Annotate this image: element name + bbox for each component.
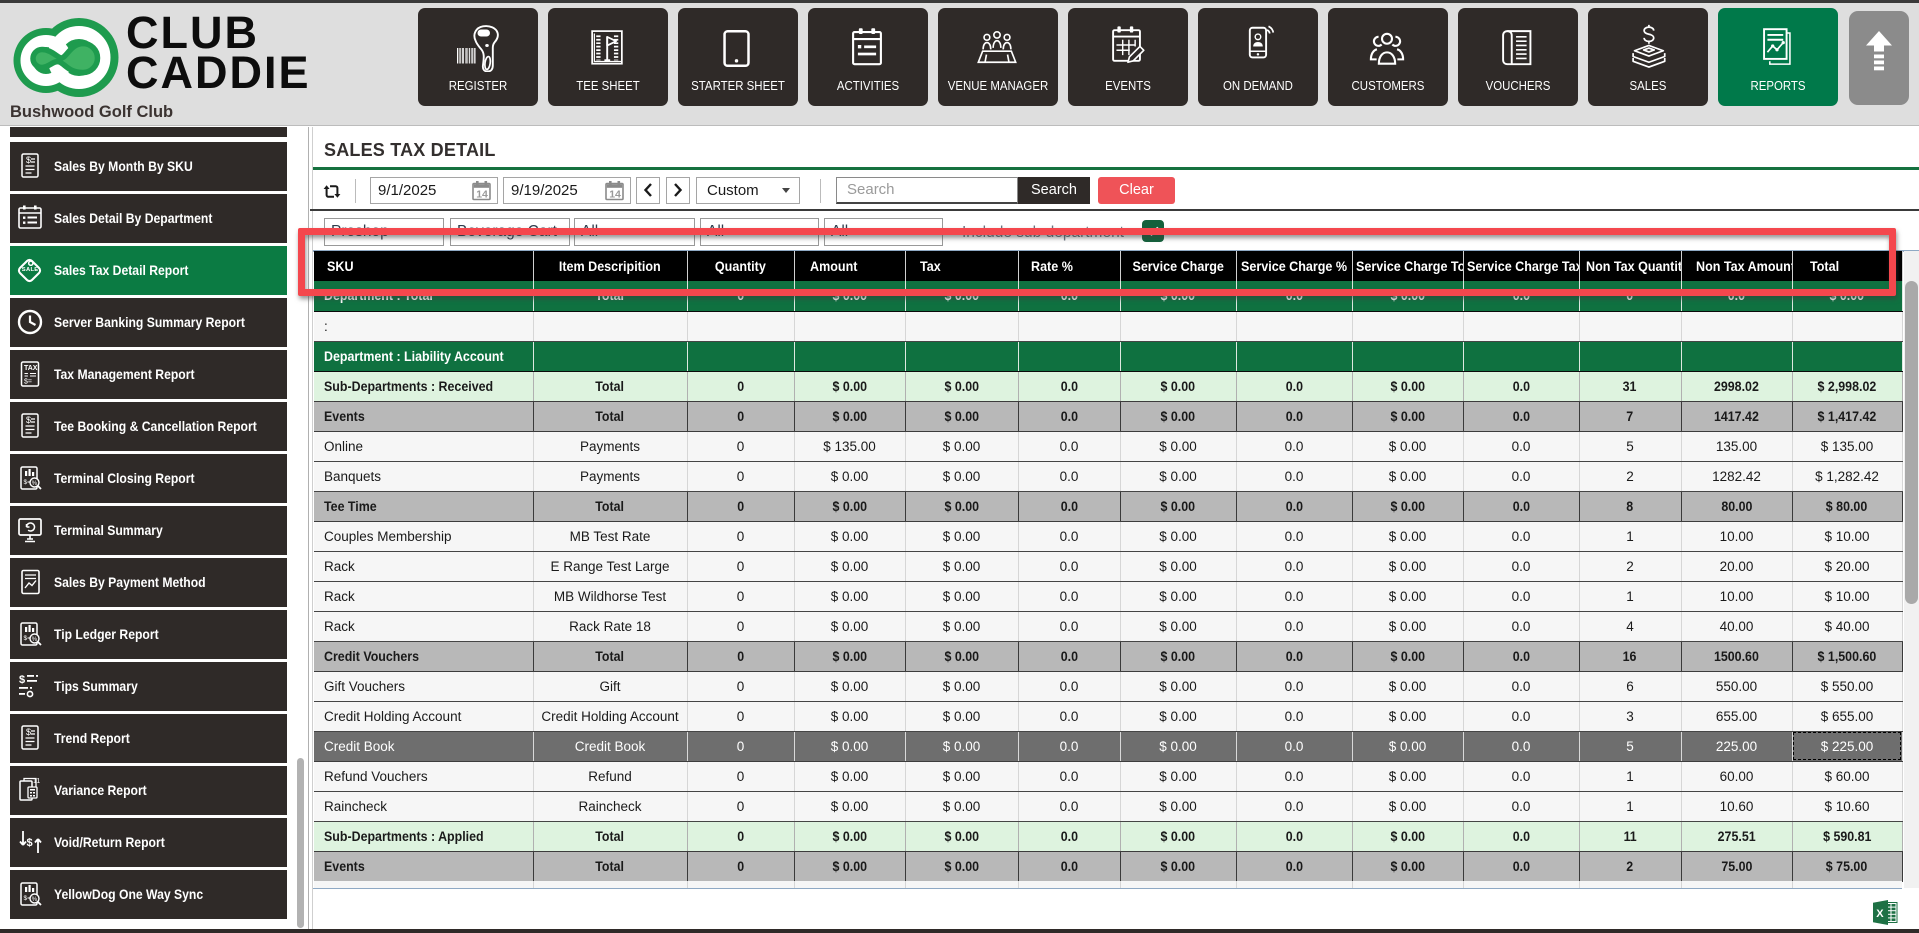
svg-text:14: 14 bbox=[476, 189, 488, 201]
svg-text:$=: $= bbox=[24, 379, 32, 386]
svg-text:11: 11 bbox=[33, 778, 40, 785]
svg-text:SALE: SALE bbox=[22, 267, 39, 273]
svg-text:14: 14 bbox=[609, 189, 621, 201]
svg-text:%: % bbox=[32, 637, 38, 643]
svg-text:TAX: TAX bbox=[24, 365, 38, 372]
svg-text:%: % bbox=[32, 481, 38, 487]
svg-text:$: $ bbox=[26, 415, 31, 425]
svg-text:X: X bbox=[1876, 908, 1884, 920]
svg-text:$: $ bbox=[19, 674, 25, 686]
svg-text:%: % bbox=[32, 897, 38, 903]
svg-text:$: $ bbox=[26, 727, 31, 737]
svg-text:$: $ bbox=[27, 837, 33, 849]
svg-text:$: $ bbox=[26, 155, 31, 165]
